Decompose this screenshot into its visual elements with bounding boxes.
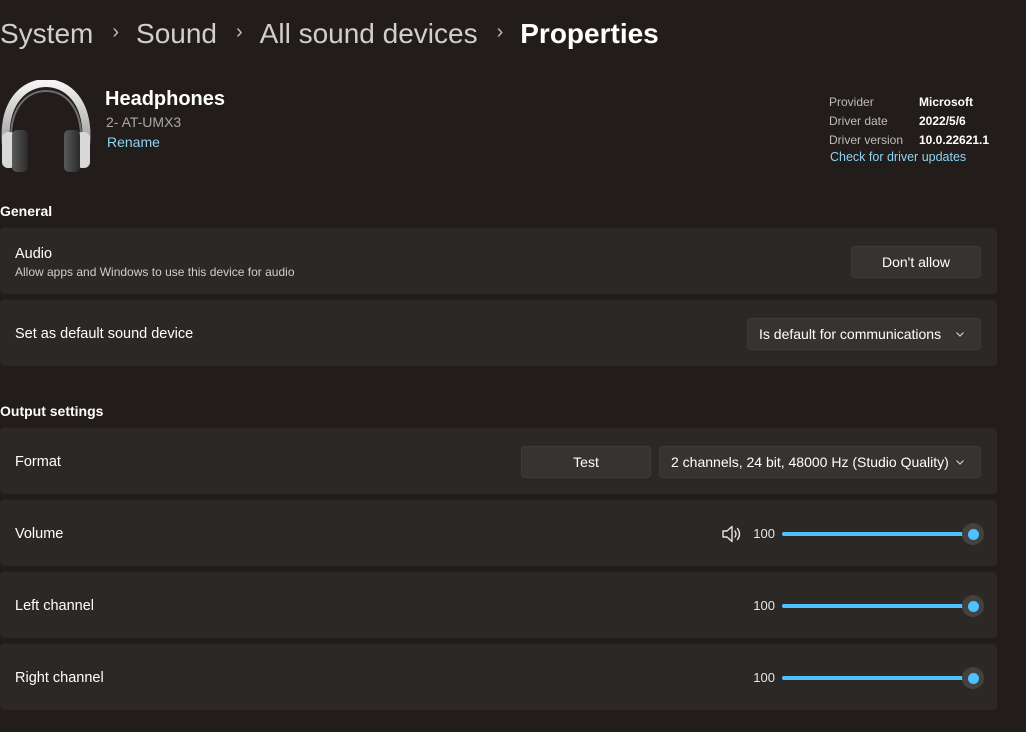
slider-thumb[interactable] [962, 595, 984, 617]
volume-label: Volume [15, 526, 64, 542]
driver-date-value: 2022/5/6 [919, 113, 966, 128]
slider-fill [782, 676, 973, 680]
page-title: Properties [520, 18, 659, 49]
section-title-general: General [0, 203, 53, 219]
volume-slider[interactable] [780, 523, 984, 545]
default-device-selected: Is default for communications [759, 326, 942, 342]
audio-description: Allow apps and Windows to use this devic… [15, 265, 295, 279]
device-model: 2- AT-UMX3 [106, 114, 182, 130]
chevron-down-icon [956, 332, 964, 337]
rename-link[interactable]: Rename [107, 134, 160, 150]
default-device-label: Set as default sound device [15, 326, 194, 342]
driver-provider-value: Microsoft [919, 94, 973, 109]
driver-date-key: Driver date [829, 113, 888, 128]
left-channel-label: Left channel [15, 598, 95, 614]
chevron-right-icon: › [112, 20, 120, 43]
slider-thumb[interactable] [962, 523, 984, 545]
speaker-icon[interactable] [721, 524, 743, 544]
breadcrumb: System › Sound › All sound devices › Pro… [0, 14, 659, 54]
driver-version-row: Driver version 10.0.22621.1 [829, 130, 989, 149]
check-driver-updates-link[interactable]: Check for driver updates [830, 150, 966, 164]
breadcrumb-all-sound-devices[interactable]: All sound devices [260, 18, 478, 50]
driver-version-key: Driver version [829, 132, 904, 147]
driver-date-row: Driver date 2022/5/6 [829, 111, 989, 130]
right-channel-label: Right channel [15, 670, 104, 686]
slider-thumb[interactable] [962, 667, 984, 689]
slider-fill [782, 604, 973, 608]
breadcrumb-sound[interactable]: Sound [136, 18, 217, 50]
breadcrumb-system[interactable]: System [0, 18, 93, 50]
dont-allow-button[interactable]: Don't allow [851, 246, 981, 278]
section-title-output: Output settings [0, 403, 104, 419]
driver-info: Provider Microsoft Driver date 2022/5/6 … [829, 92, 989, 149]
slider-fill [782, 532, 973, 536]
format-label: Format [15, 454, 61, 470]
volume-value: 100 [753, 526, 775, 541]
driver-provider-key: Provider [829, 94, 874, 109]
format-card: Format Test 2 channels, 24 bit, 48000 Hz… [0, 428, 997, 494]
chevron-right-icon: › [236, 20, 243, 43]
left-channel-slider[interactable] [780, 595, 984, 617]
audio-card: Audio Allow apps and Windows to use this… [0, 228, 997, 294]
audio-label: Audio [15, 246, 53, 262]
volume-card: Volume 100 [0, 500, 997, 566]
right-channel-card: Right channel 100 [0, 644, 997, 710]
chevron-down-icon [956, 460, 964, 465]
driver-provider-row: Provider Microsoft [829, 92, 989, 111]
default-device-card: Set as default sound device Is default f… [0, 300, 997, 366]
left-channel-card: Left channel 100 [0, 572, 997, 638]
format-selected: 2 channels, 24 bit, 48000 Hz (Studio Qua… [671, 454, 949, 470]
default-device-dropdown[interactable]: Is default for communications [747, 318, 981, 350]
device-name: Headphones [105, 88, 226, 110]
left-channel-value: 100 [753, 598, 775, 613]
chevron-right-icon: › [496, 20, 504, 43]
right-channel-value: 100 [753, 670, 775, 685]
driver-version-value: 10.0.22621.1 [919, 132, 990, 147]
test-button[interactable]: Test [521, 446, 651, 478]
right-channel-slider[interactable] [780, 667, 984, 689]
headphones-icon [1, 80, 91, 172]
format-dropdown[interactable]: 2 channels, 24 bit, 48000 Hz (Studio Qua… [659, 446, 981, 478]
